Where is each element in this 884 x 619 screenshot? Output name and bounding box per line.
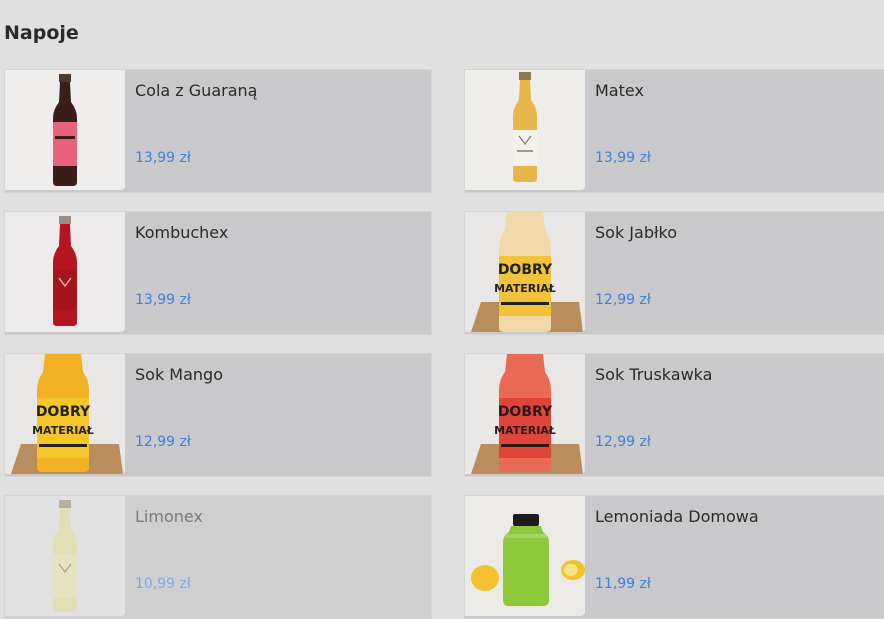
bottle-cola-icon bbox=[53, 74, 77, 186]
product-price: 10,99 zł bbox=[135, 576, 191, 592]
product-price: 12,99 zł bbox=[595, 434, 651, 450]
brand-label-line2: MATERIAŁ bbox=[494, 424, 556, 437]
product-price: 12,99 zł bbox=[135, 434, 191, 450]
product-name: Lemoniada Domowa bbox=[595, 507, 759, 526]
product-price: 12,99 zł bbox=[595, 292, 651, 308]
product-price: 11,99 zł bbox=[595, 576, 651, 592]
product-image bbox=[465, 496, 585, 616]
product-price: 13,99 zł bbox=[135, 292, 191, 308]
bottle-matex-icon bbox=[513, 72, 537, 182]
brand-label-line2: MATERIAŁ bbox=[494, 282, 556, 295]
brand-label-line1: DOBRY bbox=[498, 262, 553, 278]
product-image bbox=[5, 70, 125, 190]
bottle-strawberry-juice-icon: DOBRY MATERIAŁ bbox=[471, 354, 583, 474]
product-name: Sok Truskawka bbox=[595, 365, 713, 384]
bottle-apple-juice-icon: DOBRY MATERIAŁ bbox=[471, 212, 583, 332]
product-card-sok-truskawka[interactable]: DOBRY MATERIAŁ Sok Truskawka 12,99 zł bbox=[464, 353, 884, 477]
product-image: DOBRY MATERIAŁ bbox=[465, 354, 585, 474]
product-image: DOBRY MATERIAŁ bbox=[5, 354, 125, 474]
product-card-matex[interactable]: Matex 13,99 zł bbox=[464, 69, 884, 193]
product-card-lemoniada-domowa[interactable]: Lemoniada Domowa 11,99 zł bbox=[464, 495, 884, 619]
product-name: Limonex bbox=[135, 507, 203, 526]
product-card-sok-mango[interactable]: DOBRY MATERIAŁ Sok Mango 12,99 zł bbox=[4, 353, 432, 477]
bottle-lemonade-icon bbox=[471, 514, 585, 606]
product-image bbox=[5, 212, 125, 332]
product-price: 13,99 zł bbox=[595, 150, 651, 166]
bottle-mango-juice-icon: DOBRY MATERIAŁ bbox=[11, 354, 123, 474]
bottle-limonex-icon bbox=[53, 500, 77, 612]
brand-label-line1: DOBRY bbox=[498, 404, 553, 420]
product-image bbox=[465, 70, 585, 190]
product-name: Sok Jabłko bbox=[595, 223, 678, 242]
product-card-sok-jablko[interactable]: DOBRY MATERIAŁ Sok Jabłko 12,99 zł bbox=[464, 211, 884, 335]
product-name: Cola z Guaraną bbox=[135, 81, 258, 100]
section-title: Napoje bbox=[4, 22, 79, 44]
product-price: 13,99 zł bbox=[135, 150, 191, 166]
product-card-kombuchex[interactable]: Kombuchex 13,99 zł bbox=[4, 211, 432, 335]
bottle-kombuchex-icon bbox=[53, 216, 77, 326]
product-card-limonex[interactable]: Limonex 10,99 zł bbox=[4, 495, 432, 619]
product-name: Sok Mango bbox=[135, 365, 223, 384]
product-image bbox=[5, 496, 125, 616]
product-card-cola[interactable]: Cola z Guaraną 13,99 zł bbox=[4, 69, 432, 193]
product-name: Kombuchex bbox=[135, 223, 229, 242]
product-name: Matex bbox=[595, 81, 644, 100]
product-image: DOBRY MATERIAŁ bbox=[465, 212, 585, 332]
brand-label-line2: MATERIAŁ bbox=[32, 424, 94, 437]
brand-label-line1: DOBRY bbox=[36, 404, 91, 420]
